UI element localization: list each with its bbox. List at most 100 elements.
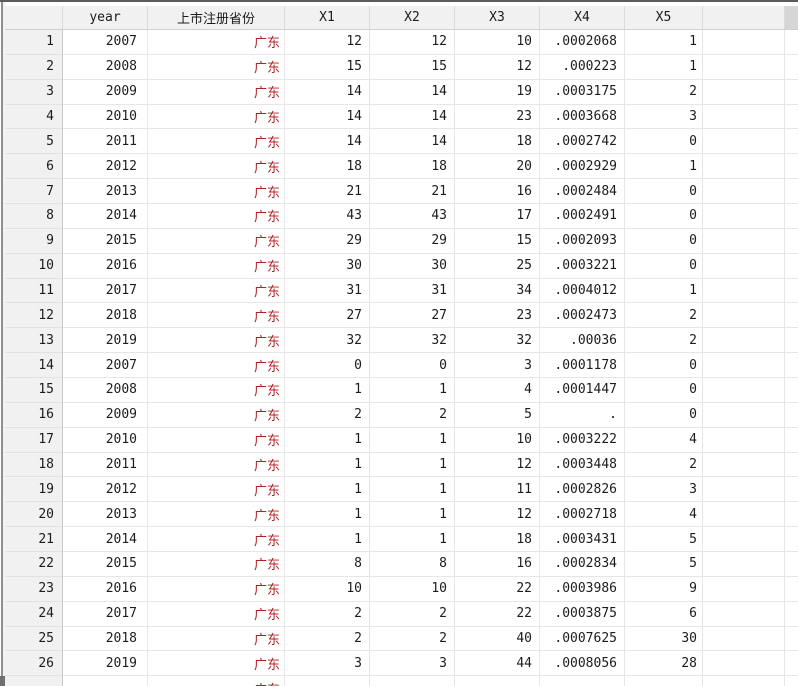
- cell-x5[interactable]: [625, 676, 703, 686]
- col-header-x5[interactable]: X5: [625, 6, 703, 30]
- cell-row-number[interactable]: 18: [5, 452, 63, 478]
- cell-x4[interactable]: .00036: [540, 328, 625, 354]
- cell-x4[interactable]: .0004012: [540, 278, 625, 304]
- cell-x3[interactable]: [455, 676, 540, 686]
- cell-x2[interactable]: 1: [370, 527, 455, 553]
- cell-x3[interactable]: 12: [455, 54, 540, 80]
- cell-year[interactable]: 2009: [63, 79, 148, 105]
- cell-x4[interactable]: .0002484: [540, 179, 625, 205]
- cell-x2[interactable]: 27: [370, 303, 455, 329]
- cell-x2[interactable]: 8: [370, 552, 455, 577]
- cell-row-number[interactable]: 19: [5, 477, 63, 503]
- cell-x5[interactable]: 1: [625, 30, 703, 55]
- cell-x2[interactable]: 2: [370, 626, 455, 652]
- cell-x3[interactable]: 12: [455, 452, 540, 478]
- cell-x4[interactable]: .0002718: [540, 502, 625, 528]
- cell-x4[interactable]: .0003222: [540, 427, 625, 453]
- cell-x1[interactable]: 43: [285, 204, 370, 229]
- cell-x1[interactable]: 0: [285, 353, 370, 379]
- cell-x5[interactable]: 3: [625, 477, 703, 503]
- cell-province[interactable]: 广东: [148, 477, 285, 503]
- cell-x3[interactable]: 22: [455, 576, 540, 602]
- cell-province[interactable]: 广东: [148, 676, 285, 686]
- cell-x1[interactable]: 2: [285, 402, 370, 428]
- cell-year[interactable]: 2007: [63, 353, 148, 379]
- cell-x5[interactable]: 0: [625, 228, 703, 254]
- cell-province[interactable]: 广东: [148, 104, 285, 130]
- cell-year[interactable]: 2007: [63, 30, 148, 55]
- cell-x3[interactable]: 12: [455, 502, 540, 528]
- cell-x4[interactable]: .0001447: [540, 378, 625, 403]
- cell-row-number[interactable]: 8: [5, 204, 63, 229]
- cell-year[interactable]: 2013: [63, 502, 148, 528]
- cell-x5[interactable]: 5: [625, 527, 703, 553]
- cell-x2[interactable]: 1: [370, 378, 455, 403]
- cell-province[interactable]: 广东: [148, 30, 285, 55]
- cell-row-number[interactable]: 7: [5, 179, 63, 205]
- cell-province[interactable]: 广东: [148, 228, 285, 254]
- cell-province[interactable]: 广东: [148, 552, 285, 577]
- cell-x5[interactable]: 1: [625, 54, 703, 80]
- cell-x1[interactable]: 8: [285, 552, 370, 577]
- cell-x4[interactable]: .0003221: [540, 253, 625, 279]
- cell-x3[interactable]: 3: [455, 353, 540, 379]
- cell-x3[interactable]: 40: [455, 626, 540, 652]
- col-header-x4[interactable]: X4: [540, 6, 625, 30]
- cell-province[interactable]: 广东: [148, 626, 285, 652]
- cell-x2[interactable]: [370, 676, 455, 686]
- cell-x2[interactable]: 14: [370, 79, 455, 105]
- cell-x5[interactable]: 0: [625, 402, 703, 428]
- cell-x5[interactable]: 0: [625, 253, 703, 279]
- cell-year[interactable]: 2019: [63, 328, 148, 354]
- cell-x5[interactable]: 9: [625, 576, 703, 602]
- cell-x4[interactable]: .0003448: [540, 452, 625, 478]
- cell-row-number[interactable]: 20: [5, 502, 63, 528]
- cell-year[interactable]: 2012: [63, 477, 148, 503]
- cell-x1[interactable]: 10: [285, 576, 370, 602]
- cell-x1[interactable]: 1: [285, 378, 370, 403]
- cell-x1[interactable]: 30: [285, 253, 370, 279]
- cell-row-number[interactable]: 10: [5, 253, 63, 279]
- cell-row-number[interactable]: 14: [5, 353, 63, 379]
- cell-x4[interactable]: [540, 676, 625, 686]
- cell-x5[interactable]: 4: [625, 502, 703, 528]
- cell-row-number[interactable]: 9: [5, 228, 63, 254]
- cell-province[interactable]: 广东: [148, 204, 285, 229]
- cell-year[interactable]: 2008: [63, 378, 148, 403]
- cell-x2[interactable]: 1: [370, 427, 455, 453]
- cell-row-number[interactable]: 12: [5, 303, 63, 329]
- cell-province[interactable]: 广东: [148, 303, 285, 329]
- cell-province[interactable]: 广东: [148, 527, 285, 553]
- cell-year[interactable]: 2017: [63, 601, 148, 627]
- cell-x5[interactable]: 2: [625, 452, 703, 478]
- cell-x2[interactable]: 2: [370, 402, 455, 428]
- cell-x1[interactable]: 1: [285, 452, 370, 478]
- col-header-year[interactable]: year: [63, 6, 148, 30]
- cell-x5[interactable]: 2: [625, 328, 703, 354]
- cell-row-number[interactable]: 26: [5, 651, 63, 677]
- cell-province[interactable]: 广东: [148, 129, 285, 155]
- cell-row-number[interactable]: 16: [5, 402, 63, 428]
- cell-x4[interactable]: .0002826: [540, 477, 625, 503]
- cell-province[interactable]: 广东: [148, 54, 285, 80]
- cell-row-number[interactable]: 1: [5, 30, 63, 55]
- cell-province[interactable]: 广东: [148, 253, 285, 279]
- cell-x3[interactable]: 22: [455, 601, 540, 627]
- cell-x2[interactable]: 14: [370, 104, 455, 130]
- cell-x4[interactable]: .0008056: [540, 651, 625, 677]
- cell-x3[interactable]: 18: [455, 129, 540, 155]
- cell-x5[interactable]: 6: [625, 601, 703, 627]
- cell-x5[interactable]: 2: [625, 79, 703, 105]
- cell-row-number[interactable]: 22: [5, 552, 63, 577]
- col-header-obs[interactable]: [5, 6, 63, 30]
- cell-x5[interactable]: 30: [625, 626, 703, 652]
- cell-x3[interactable]: 16: [455, 552, 540, 577]
- cell-x3[interactable]: 10: [455, 30, 540, 55]
- cell-year[interactable]: 2014: [63, 527, 148, 553]
- cell-x5[interactable]: 1: [625, 278, 703, 304]
- cell-province[interactable]: 广东: [148, 278, 285, 304]
- cell-x4[interactable]: .0002929: [540, 154, 625, 180]
- cell-row-number[interactable]: 24: [5, 601, 63, 627]
- cell-x1[interactable]: 1: [285, 477, 370, 503]
- cell-x3[interactable]: 32: [455, 328, 540, 354]
